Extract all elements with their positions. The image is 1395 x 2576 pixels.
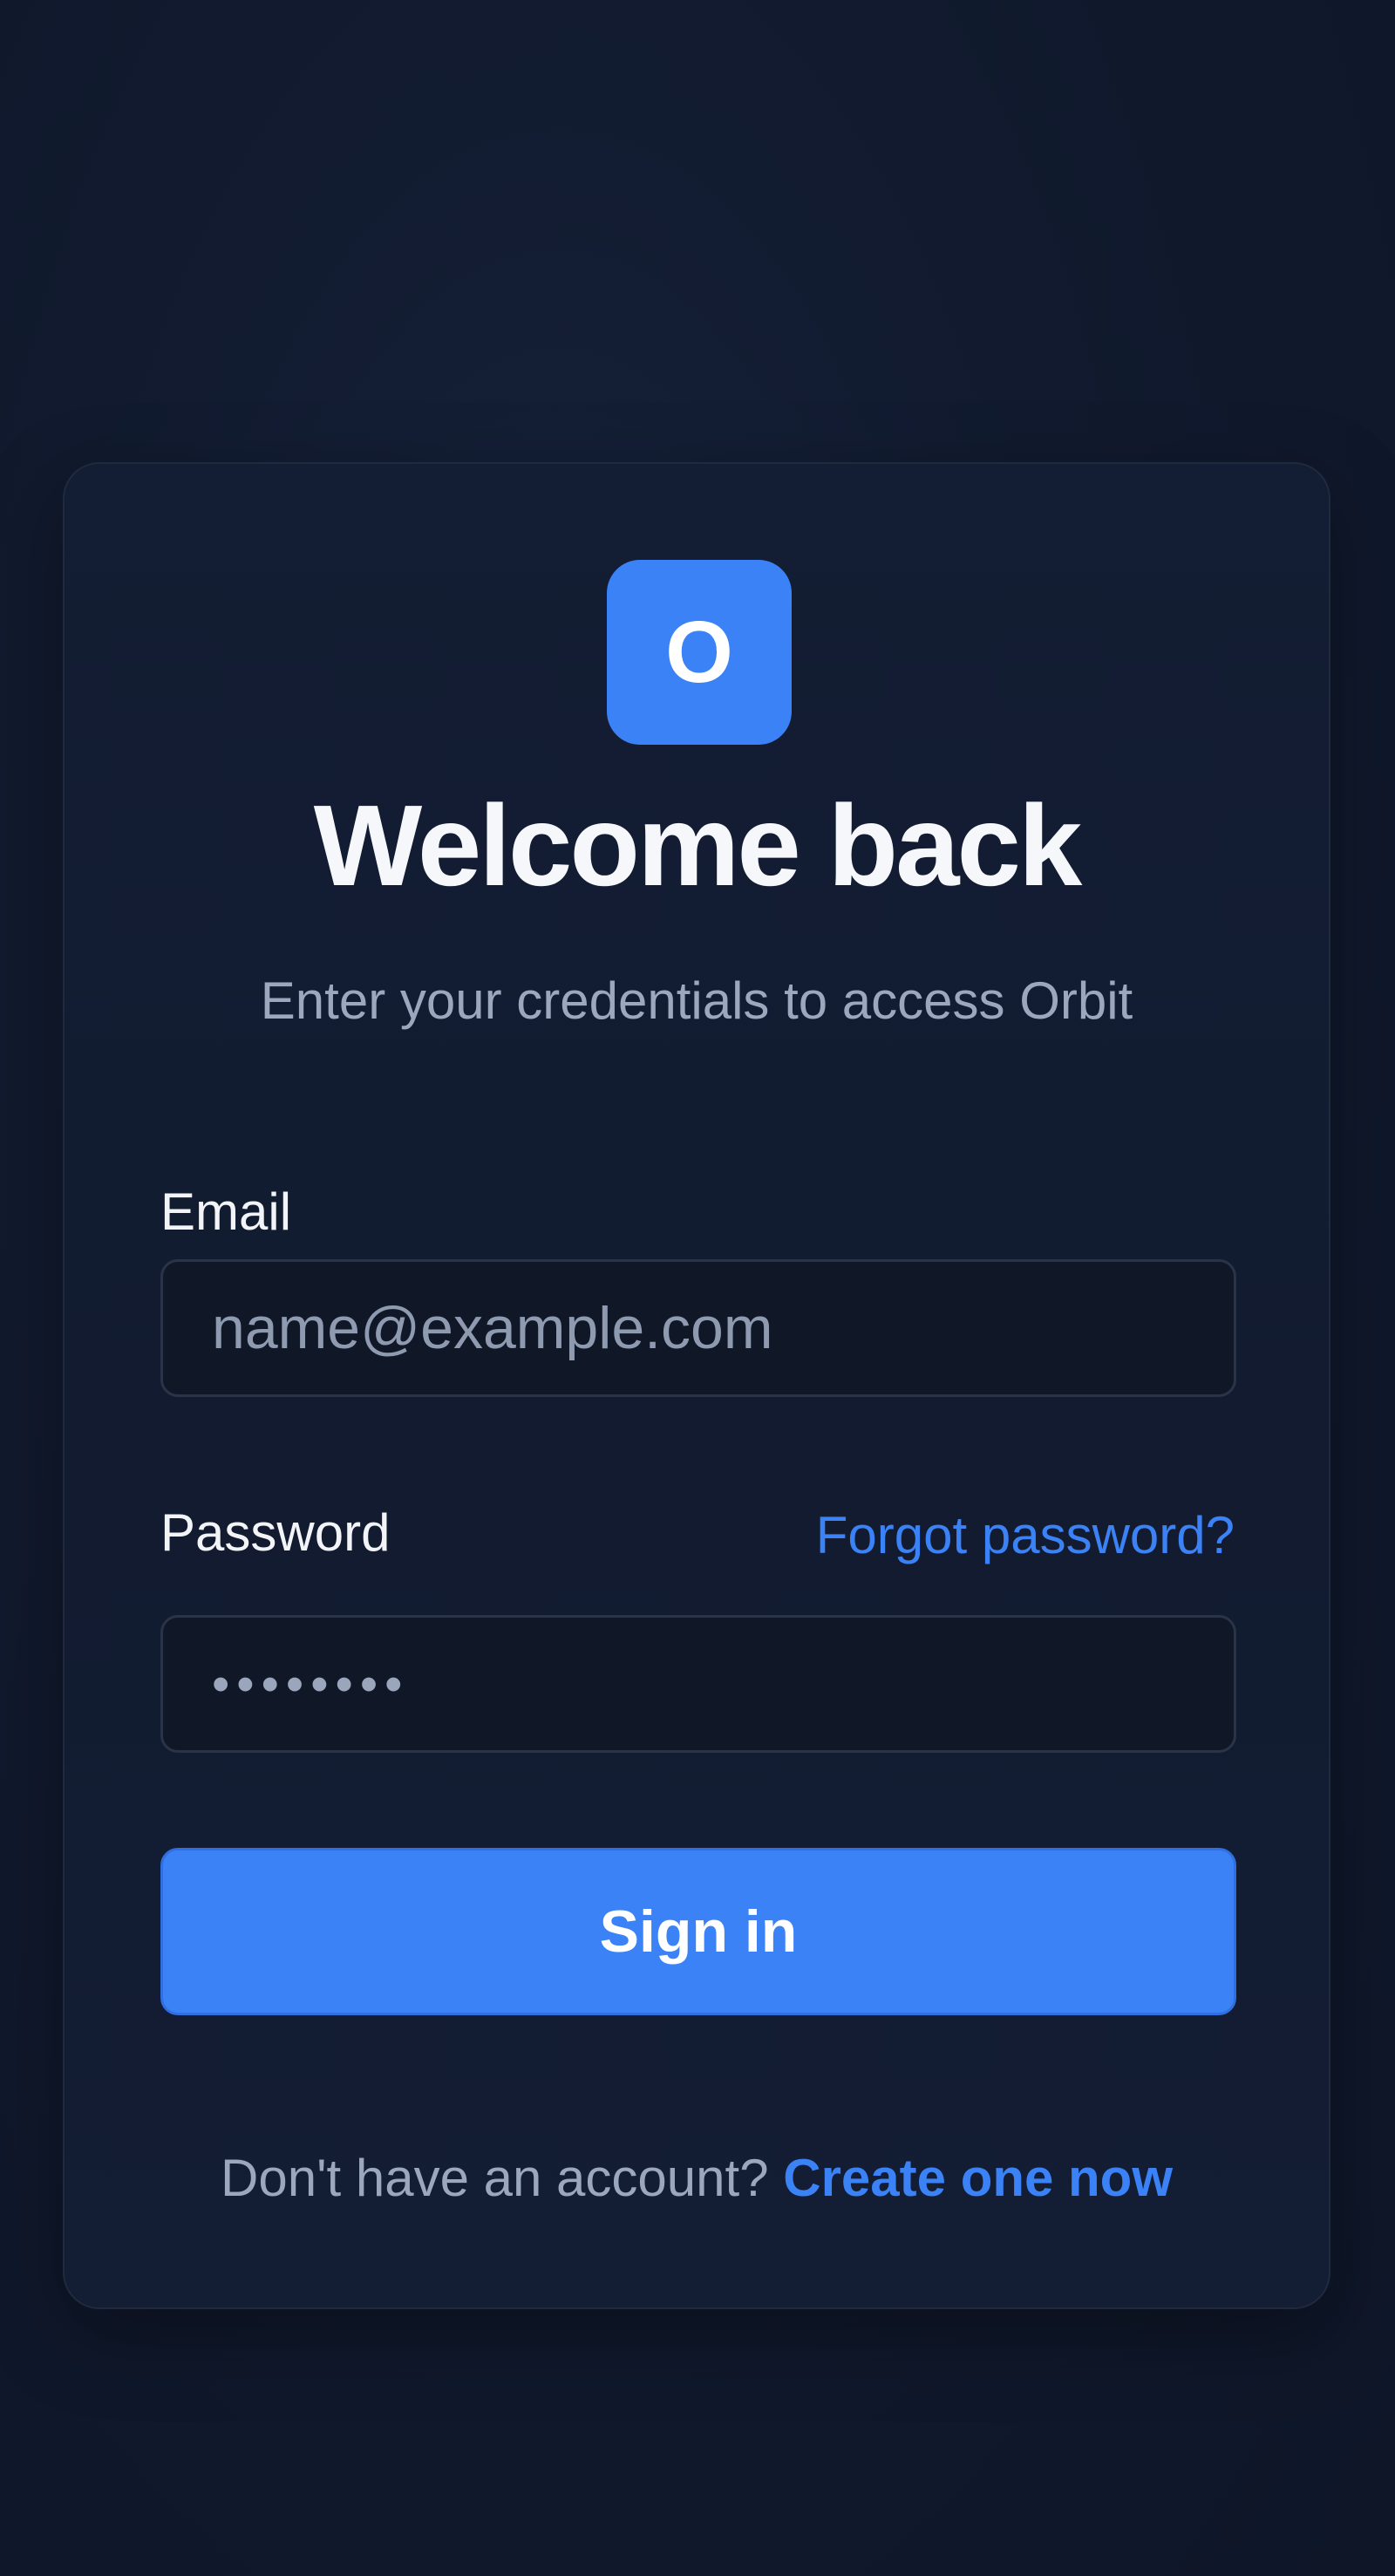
email-placeholder: name@example.com <box>212 1295 773 1361</box>
page-subtitle: Enter your credentials to access Orbit <box>260 971 1133 1030</box>
password-masked-value: •••••••• <box>212 1655 410 1713</box>
signup-prompt: Don't have an account? Create one now <box>65 2147 1329 2210</box>
sign-in-label: Sign in <box>599 1898 798 1965</box>
password-field[interactable]: •••••••• <box>160 1615 1236 1753</box>
create-account-link[interactable]: Create one now <box>783 2149 1173 2207</box>
login-card: O Welcome back Enter your credentials to… <box>63 462 1330 2309</box>
email-label: Email <box>160 1182 292 1241</box>
email-field[interactable]: name@example.com <box>160 1259 1236 1397</box>
page-title: Welcome back <box>313 781 1083 910</box>
forgot-password-link[interactable]: Forgot password? <box>816 1504 1235 1567</box>
sign-in-button[interactable]: Sign in <box>160 1848 1236 2015</box>
logo-letter: O <box>665 603 733 701</box>
password-label: Password <box>160 1503 391 1562</box>
orbit-logo: O <box>607 560 792 745</box>
signup-prompt-text: Don't have an account? <box>221 2149 769 2207</box>
